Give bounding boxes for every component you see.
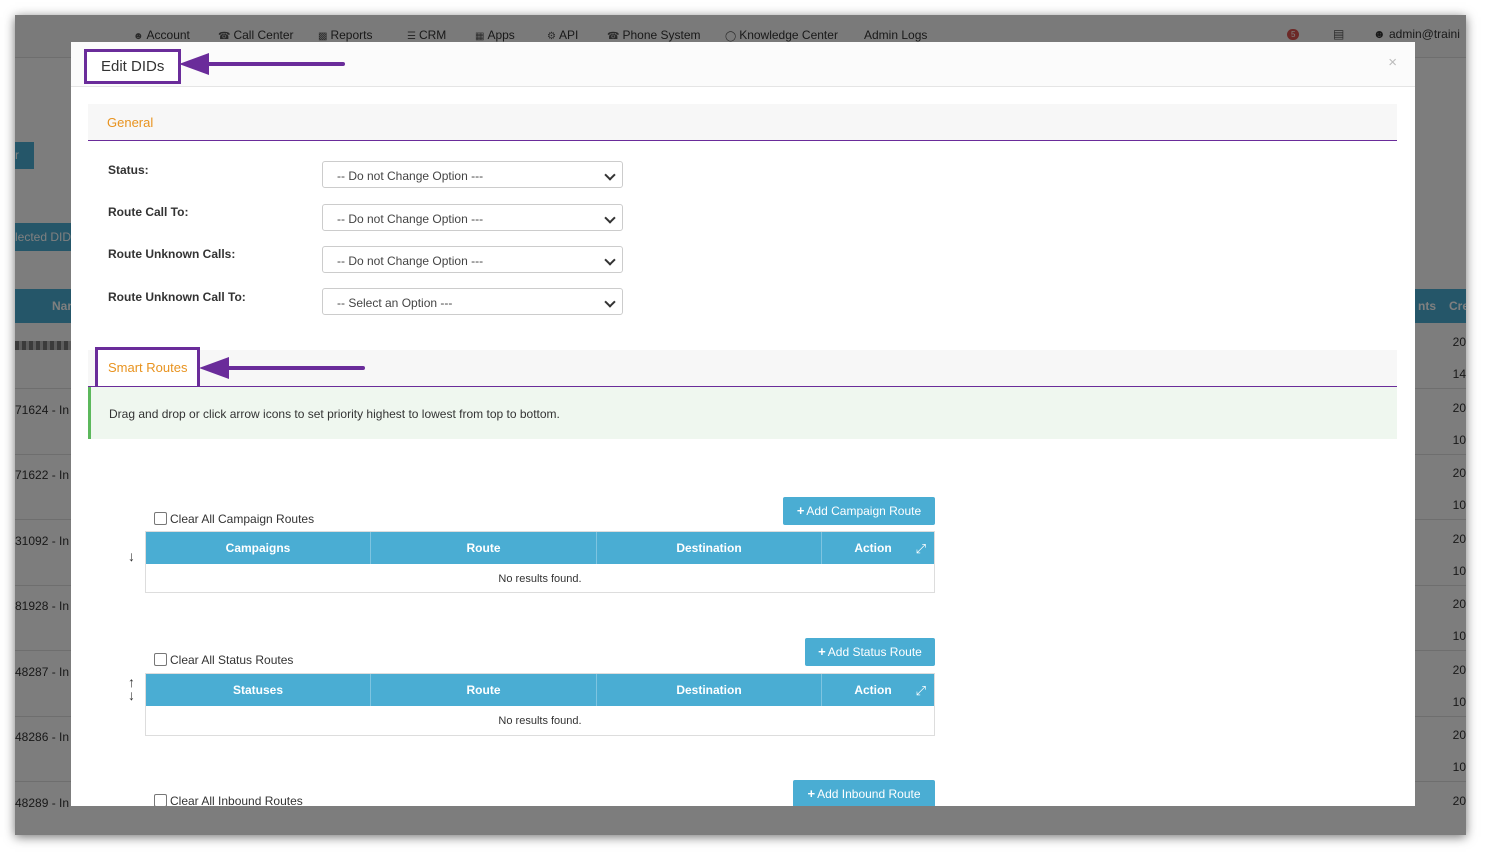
column-header: Route: [371, 674, 597, 706]
chevron-down-icon: [604, 169, 616, 181]
route-call-to-label: Route Call To:: [108, 205, 189, 219]
status-routes-table: Statuses Route Destination Action ⤢ No r…: [145, 673, 935, 736]
route-unknown-call-to-label: Route Unknown Call To:: [108, 290, 246, 304]
clear-campaign-routes-checkbox[interactable]: Clear All Campaign Routes: [154, 512, 314, 526]
checkbox-icon[interactable]: [154, 512, 167, 525]
expand-icon[interactable]: ⤢: [916, 683, 926, 699]
column-header: Action: [854, 683, 892, 697]
table-header: Statuses Route Destination Action ⤢: [146, 674, 934, 706]
annotation-arrow-icon: [179, 53, 345, 75]
edit-dids-modal: Edit DIDs × General Status: -- Do not Ch…: [71, 42, 1415, 806]
route-unknown-calls-select[interactable]: -- Do not Change Option ---: [322, 246, 623, 273]
arrow-up-icon[interactable]: ↑: [128, 675, 135, 689]
route-unknown-call-to-select[interactable]: -- Select an Option ---: [322, 288, 623, 315]
route-call-to-select[interactable]: -- Do not Change Option ---: [322, 204, 623, 231]
column-header: Action: [854, 541, 892, 555]
modal-title: Edit DIDs: [84, 49, 182, 84]
arrow-down-icon[interactable]: ↓: [128, 688, 135, 702]
general-section-header: General: [88, 104, 1397, 141]
arrow-down-icon[interactable]: ↓: [128, 549, 135, 563]
column-header: Route: [371, 532, 597, 564]
plus-icon: +: [818, 644, 826, 659]
campaign-routes-table: Campaigns Route Destination Action ⤢ No …: [145, 531, 935, 593]
clear-status-routes-checkbox[interactable]: Clear All Status Routes: [154, 653, 293, 667]
general-section-title: General: [107, 115, 154, 130]
plus-icon: +: [796, 503, 805, 518]
status-select[interactable]: -- Do not Change Option ---: [322, 161, 623, 188]
empty-message: No results found.: [498, 715, 582, 727]
chevron-down-icon: [604, 254, 616, 266]
column-header: Statuses: [146, 674, 371, 706]
route-unknown-calls-label: Route Unknown Calls:: [108, 247, 236, 261]
plus-icon: +: [807, 786, 816, 801]
empty-message: No results found.: [498, 573, 582, 585]
expand-icon[interactable]: ⤢: [916, 541, 926, 557]
column-header: Destination: [597, 532, 822, 564]
smart-routes-info: Drag and drop or click arrow icons to se…: [88, 387, 1397, 439]
add-campaign-route-button[interactable]: + Add Campaign Route: [783, 497, 935, 525]
smart-routes-title-box: Smart Routes: [95, 347, 201, 389]
add-inbound-route-button[interactable]: + Add Inbound Route: [793, 780, 935, 806]
smart-routes-section-title: Smart Routes: [108, 360, 188, 375]
checkbox-icon[interactable]: [154, 794, 167, 806]
column-header: Campaigns: [146, 532, 371, 564]
app-screen: ☻Account ☎Call Center ▩Reports ☰CRM ▦App…: [15, 15, 1466, 835]
chevron-down-icon: [604, 296, 616, 308]
clear-inbound-routes-checkbox[interactable]: Clear All Inbound Routes: [154, 794, 303, 806]
status-label: Status:: [108, 163, 149, 177]
chevron-down-icon: [604, 212, 616, 224]
table-header: Campaigns Route Destination Action ⤢: [146, 532, 934, 564]
checkbox-icon[interactable]: [154, 653, 167, 666]
close-icon[interactable]: ×: [1388, 54, 1397, 71]
annotation-arrow-icon: [199, 357, 365, 379]
add-status-route-button[interactable]: + Add Status Route: [805, 638, 935, 666]
column-header: Destination: [597, 674, 822, 706]
